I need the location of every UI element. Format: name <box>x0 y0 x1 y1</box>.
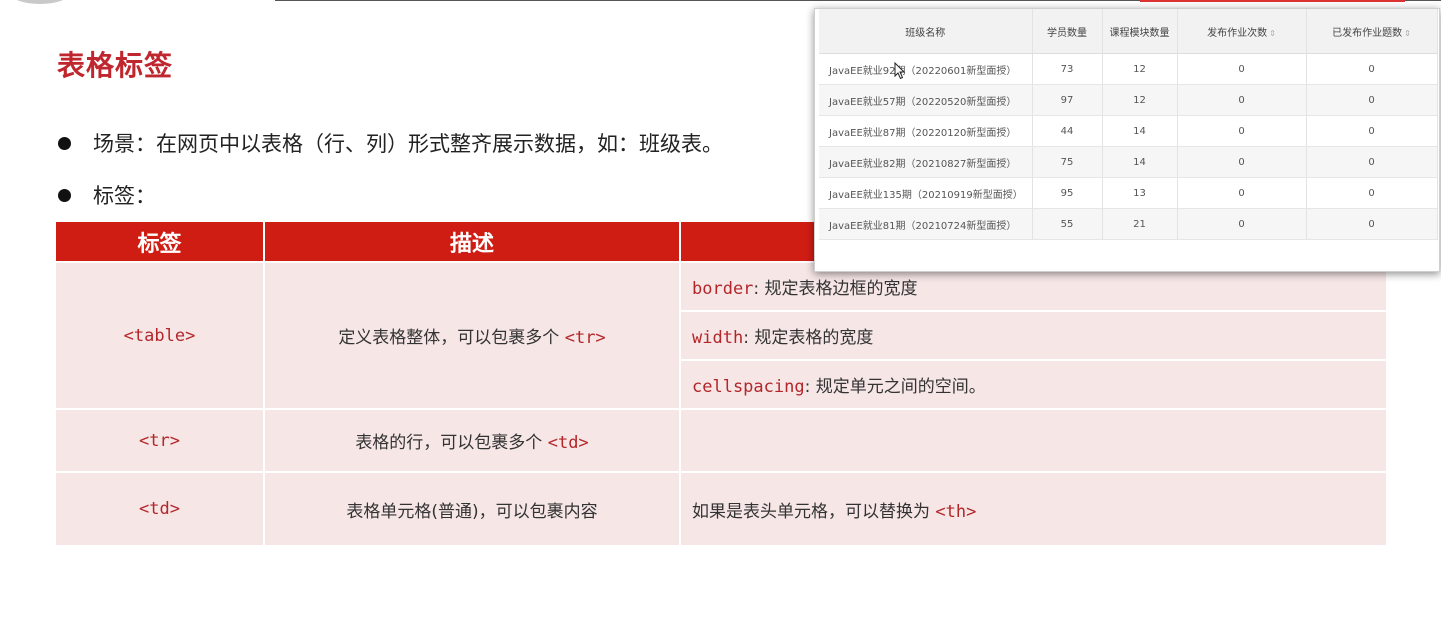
student-count-cell: 97 <box>1032 84 1103 116</box>
table-row: JavaEE就业81期（20210724新型面授） 55 21 0 0 <box>819 208 1438 240</box>
attr-name: cellspacing <box>692 377 805 397</box>
bullet-tags: 标签： <box>58 180 156 210</box>
col-homework-label: 发布作业次数 <box>1207 27 1268 39</box>
tag-code: <tr> <box>139 430 180 451</box>
table-row: JavaEE就业82期（20210827新型面授） 75 14 0 0 <box>819 146 1438 178</box>
table-row: JavaEE就业135期（20210919新型面授） 95 13 0 0 <box>819 177 1438 209</box>
student-count-cell: 75 <box>1032 146 1103 178</box>
class-name-cell: JavaEE就业57期（20220520新型面授） <box>819 84 1033 116</box>
module-count-cell: 12 <box>1102 53 1178 85</box>
question-count-cell: 0 <box>1306 53 1438 85</box>
homework-count-cell: 0 <box>1177 208 1307 240</box>
module-count-cell: 13 <box>1102 177 1178 209</box>
attr-name: width <box>692 328 744 348</box>
question-count-cell: 0 <box>1306 115 1438 147</box>
desc-code: <tr> <box>564 328 606 348</box>
sort-icon[interactable]: ⇕ <box>1269 29 1276 38</box>
bullet-scene: 场景：在网页中以表格（行、列）形式整齐展示数据，如：班级表。 <box>58 128 723 158</box>
desc-cell-tr: 表格的行，可以包裹多个 <td> <box>264 408 681 472</box>
desc-text: 表格单元格(普通)，可以包裹内容 <box>346 501 598 522</box>
class-name-cell: JavaEE就业81期（20210724新型面授） <box>819 208 1033 240</box>
note-text: 如果是表头单元格，可以替换为 <box>692 501 936 522</box>
attr-text: : 规定表格的宽度 <box>743 328 874 348</box>
class-name-cell: JavaEE就业87期（20220120新型面授） <box>819 115 1033 147</box>
bullet-dot-icon <box>58 136 71 150</box>
module-count-cell: 14 <box>1102 146 1178 178</box>
class-name-cell: JavaEE就业92期（20220601新型面授） <box>819 53 1033 85</box>
desc-cell-table: 定义表格整体，可以包裹多个 <tr> <box>264 261 681 409</box>
desc-cell-td: 表格单元格(普通)，可以包裹内容 <box>264 471 681 545</box>
table-row: JavaEE就业87期（20220120新型面授） 44 14 0 0 <box>819 115 1438 147</box>
class-table: 班级名称 学员数量 课程模块数量 发布作业次数 ⇕ 已发布作业题数 ⇕ JavaEE… <box>819 9 1438 240</box>
table-row: <td> 表格单元格(普通)，可以包裹内容 如果是表头单元格，可以替换为 <th… <box>56 471 1386 545</box>
question-count-cell: 0 <box>1306 146 1438 178</box>
student-count-cell: 44 <box>1032 115 1103 147</box>
note-cell-tr <box>680 408 1386 472</box>
note-code: <th> <box>935 501 977 522</box>
homework-count-cell: 0 <box>1177 177 1307 209</box>
table-row: JavaEE就业57期（20220520新型面授） 97 12 0 0 <box>819 84 1438 116</box>
bullet-dot-icon <box>58 188 71 202</box>
sort-icon[interactable]: ⇕ <box>1404 29 1411 38</box>
attr-name: border <box>692 279 754 299</box>
student-count-cell: 73 <box>1032 53 1103 85</box>
class-name-cell: JavaEE就业135期（20210919新型面授） <box>819 177 1033 209</box>
mouse-cursor-icon <box>894 62 906 80</box>
note-cell-td: 如果是表头单元格，可以替换为 <th> <box>680 471 1386 545</box>
attr-text: : 规定表格边框的宽度 <box>753 279 918 299</box>
question-count-cell: 0 <box>1306 177 1438 209</box>
student-count-cell: 55 <box>1032 208 1103 240</box>
tag-cell-td: <td> <box>56 471 265 545</box>
desc-text: 表格的行，可以包裹多个 <box>355 433 548 453</box>
module-count-cell: 14 <box>1102 115 1178 147</box>
col-class-name: 班级名称 <box>819 9 1033 54</box>
homework-count-cell: 0 <box>1177 146 1307 178</box>
module-count-cell: 12 <box>1102 84 1178 116</box>
col-module-count: 课程模块数量 <box>1102 9 1178 54</box>
col-question-label: 已发布作业题数 <box>1332 27 1403 39</box>
header-accent-bar <box>1140 0 1405 2</box>
col-question-count[interactable]: 已发布作业题数 ⇕ <box>1306 9 1438 54</box>
tag-cell-table: <table> <box>56 261 265 409</box>
attr-cell-width: width: 规定表格的宽度 <box>680 310 1386 360</box>
tag-code: <table> <box>123 325 196 346</box>
attr-text: : 规定单元之间的空间。 <box>804 377 986 397</box>
desc-code: <td> <box>547 433 589 453</box>
class-table-header-row: 班级名称 学员数量 课程模块数量 发布作业次数 ⇕ 已发布作业题数 ⇕ <box>819 9 1438 54</box>
attr-cell-cellspacing: cellspacing: 规定单元之间的空间。 <box>680 359 1386 409</box>
homework-count-cell: 0 <box>1177 84 1307 116</box>
homework-count-cell: 0 <box>1177 53 1307 85</box>
module-count-cell: 21 <box>1102 208 1178 240</box>
homework-count-cell: 0 <box>1177 115 1307 147</box>
desc-text: 定义表格整体，可以包裹多个 <box>338 328 565 348</box>
slide-title: 表格标签 <box>57 49 174 82</box>
col-homework-count[interactable]: 发布作业次数 ⇕ <box>1177 9 1307 54</box>
question-count-cell: 0 <box>1306 84 1438 116</box>
question-count-cell: 0 <box>1306 208 1438 240</box>
table-row: <tr> 表格的行，可以包裹多个 <td> <box>56 408 1386 472</box>
col-student-count: 学员数量 <box>1032 9 1103 54</box>
class-name-cell: JavaEE就业82期（20210827新型面授） <box>819 146 1033 178</box>
table-row: JavaEE就业92期（20220601新型面授） 73 12 0 0 <box>819 53 1438 85</box>
header-tag: 标签 <box>56 222 265 262</box>
header-description: 描述 <box>264 222 681 262</box>
logo-fragment <box>10 0 70 4</box>
bullet-scene-text: 场景：在网页中以表格（行、列）形式整齐展示数据，如：班级表。 <box>93 132 723 156</box>
tag-code: <td> <box>139 499 180 519</box>
class-table-screenshot: 班级名称 学员数量 课程模块数量 发布作业次数 ⇕ 已发布作业题数 ⇕ JavaEE… <box>814 8 1440 272</box>
tag-cell-tr: <tr> <box>56 408 265 472</box>
bullet-tags-text: 标签： <box>93 184 156 208</box>
student-count-cell: 95 <box>1032 177 1103 209</box>
